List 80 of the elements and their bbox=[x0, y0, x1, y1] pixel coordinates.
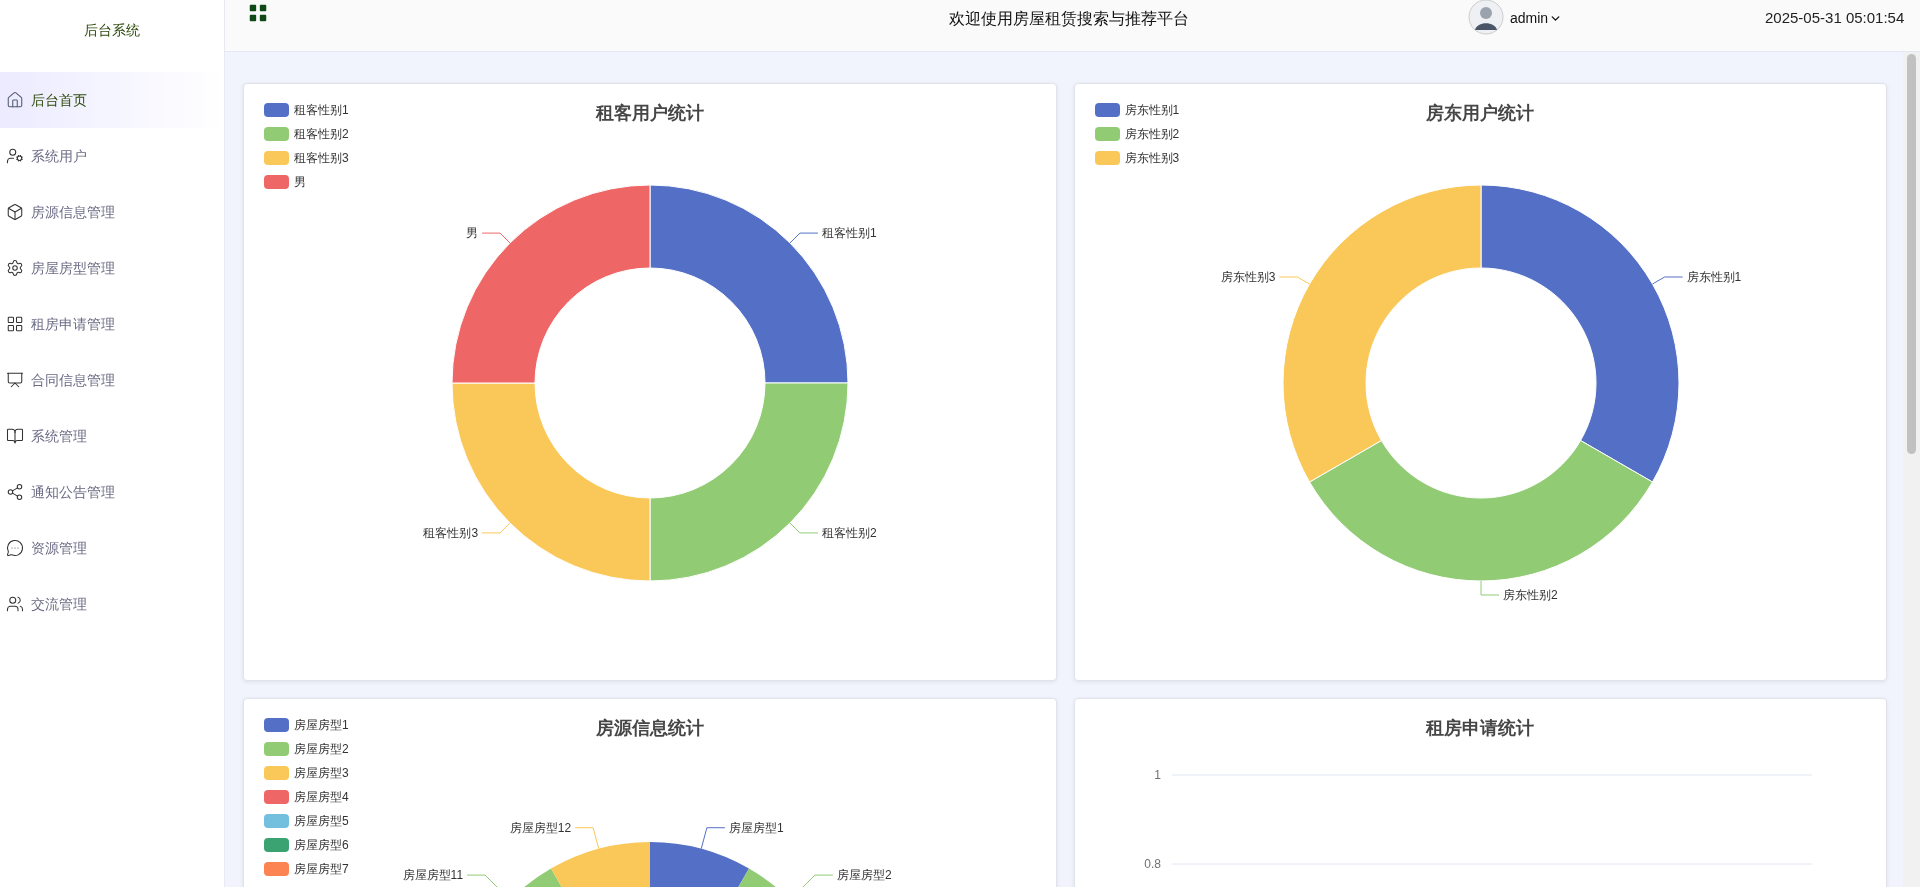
date-time: 2025-05-31 05:01:54 bbox=[1765, 8, 1905, 28]
settings-icon bbox=[6, 259, 24, 277]
legend-label[interactable]: 房屋房型2 bbox=[294, 740, 349, 758]
legend-label[interactable]: 房屋房型3 bbox=[294, 764, 349, 782]
chart-title: 房东用户统计 bbox=[1426, 102, 1535, 125]
sidebar-item[interactable]: 租房申请管理 bbox=[0, 296, 224, 352]
legend-label[interactable]: 房屋房型1 bbox=[294, 716, 349, 734]
users-icon bbox=[6, 595, 24, 613]
user-menu[interactable]: admin bbox=[1510, 8, 1563, 29]
slice-label: 房东性别2 bbox=[1502, 588, 1558, 602]
sidebar-item[interactable]: 交流管理 bbox=[0, 576, 224, 632]
legend-swatch bbox=[264, 766, 289, 780]
user-gear-icon bbox=[6, 147, 24, 165]
scrollbar-thumb[interactable] bbox=[1907, 54, 1916, 454]
chart-title: 租房申请统计 bbox=[1426, 717, 1535, 740]
slice-label: 租客性别2 bbox=[821, 525, 877, 540]
home-icon bbox=[6, 91, 24, 109]
legend-label[interactable]: 房东性别3 bbox=[1124, 149, 1180, 167]
slice-label: 房屋房型11 bbox=[402, 868, 464, 883]
legend-label[interactable]: 男 bbox=[294, 173, 306, 191]
slice-label: 房东性别1 bbox=[1686, 270, 1741, 284]
legend-swatch bbox=[264, 814, 289, 828]
legend-label[interactable]: 租客性别3 bbox=[294, 149, 349, 167]
slice-label: 租客性别3 bbox=[423, 525, 479, 540]
legend-label[interactable]: 房东性别1 bbox=[1124, 101, 1180, 119]
share-icon bbox=[6, 483, 24, 501]
legend-swatch bbox=[264, 151, 289, 165]
legend-swatch bbox=[1094, 151, 1120, 165]
leader-line bbox=[700, 827, 726, 850]
page-title: 欢迎使用房屋租赁搜索与推荐平台 bbox=[949, 9, 1189, 29]
chart-title: 房源信息统计 bbox=[595, 717, 704, 740]
legend-label[interactable]: 租客性别1 bbox=[294, 101, 349, 119]
sidebar-item[interactable]: 系统用户 bbox=[0, 128, 224, 184]
menu-icon[interactable] bbox=[247, 2, 269, 24]
scrollbar[interactable] bbox=[1903, 52, 1920, 887]
sidebar-item[interactable]: 房源信息管理 bbox=[0, 184, 224, 240]
axis-tick-label: 0.8 bbox=[1143, 857, 1161, 871]
app-title: 后台系统 bbox=[84, 20, 140, 40]
legend-label[interactable]: 房屋房型5 bbox=[294, 812, 349, 830]
slice-label: 租客性别1 bbox=[821, 226, 877, 241]
legend-swatch bbox=[264, 838, 289, 852]
sidebar-item[interactable]: 通知公告管理 bbox=[0, 464, 224, 520]
chat-bubble-icon bbox=[6, 539, 24, 557]
grid-icon bbox=[6, 315, 24, 333]
sidebar-item[interactable]: 资源管理 bbox=[0, 520, 224, 576]
slice-label: 男 bbox=[466, 226, 479, 241]
leader-line bbox=[574, 827, 600, 850]
legend-swatch bbox=[264, 718, 289, 732]
leader-line bbox=[1480, 580, 1499, 596]
sidebar-item[interactable]: 系统管理 bbox=[0, 408, 224, 464]
signboard-icon bbox=[6, 371, 24, 389]
legend-swatch bbox=[264, 103, 289, 117]
legend-swatch bbox=[264, 127, 289, 141]
legend-swatch bbox=[264, 175, 289, 189]
leader-line bbox=[1651, 276, 1683, 285]
leader-line bbox=[789, 522, 819, 534]
slice-label: 房屋房型2 bbox=[836, 868, 892, 883]
slice-label: 房屋房型12 bbox=[509, 820, 572, 835]
chart-title: 租客用户统计 bbox=[595, 102, 704, 125]
leader-line bbox=[481, 522, 511, 534]
legend-swatch bbox=[1094, 103, 1120, 117]
leader-line bbox=[789, 232, 819, 244]
legend-swatch bbox=[264, 790, 289, 804]
book-icon bbox=[6, 427, 24, 445]
slice-label: 房东性别3 bbox=[1220, 270, 1275, 284]
legend-label[interactable]: 房屋房型4 bbox=[294, 788, 349, 806]
legend-label[interactable]: 房屋房型6 bbox=[294, 836, 349, 854]
legend-label[interactable]: 房东性别2 bbox=[1124, 125, 1180, 143]
sidebar-item[interactable]: 房屋房型管理 bbox=[0, 240, 224, 296]
legend-swatch bbox=[264, 862, 289, 876]
slice-label: 房屋房型1 bbox=[728, 820, 784, 835]
legend-swatch bbox=[1094, 127, 1120, 141]
leader-line bbox=[481, 232, 511, 244]
leader-line bbox=[1278, 276, 1310, 285]
cube-icon bbox=[6, 203, 24, 221]
sidebar-item[interactable]: 合同信息管理 bbox=[0, 352, 224, 408]
axis-tick-label: 1 bbox=[1153, 768, 1161, 782]
legend-swatch bbox=[264, 742, 289, 756]
legend-label[interactable]: 房屋房型7 bbox=[294, 860, 349, 878]
legend-label[interactable]: 租客性别2 bbox=[294, 125, 349, 143]
